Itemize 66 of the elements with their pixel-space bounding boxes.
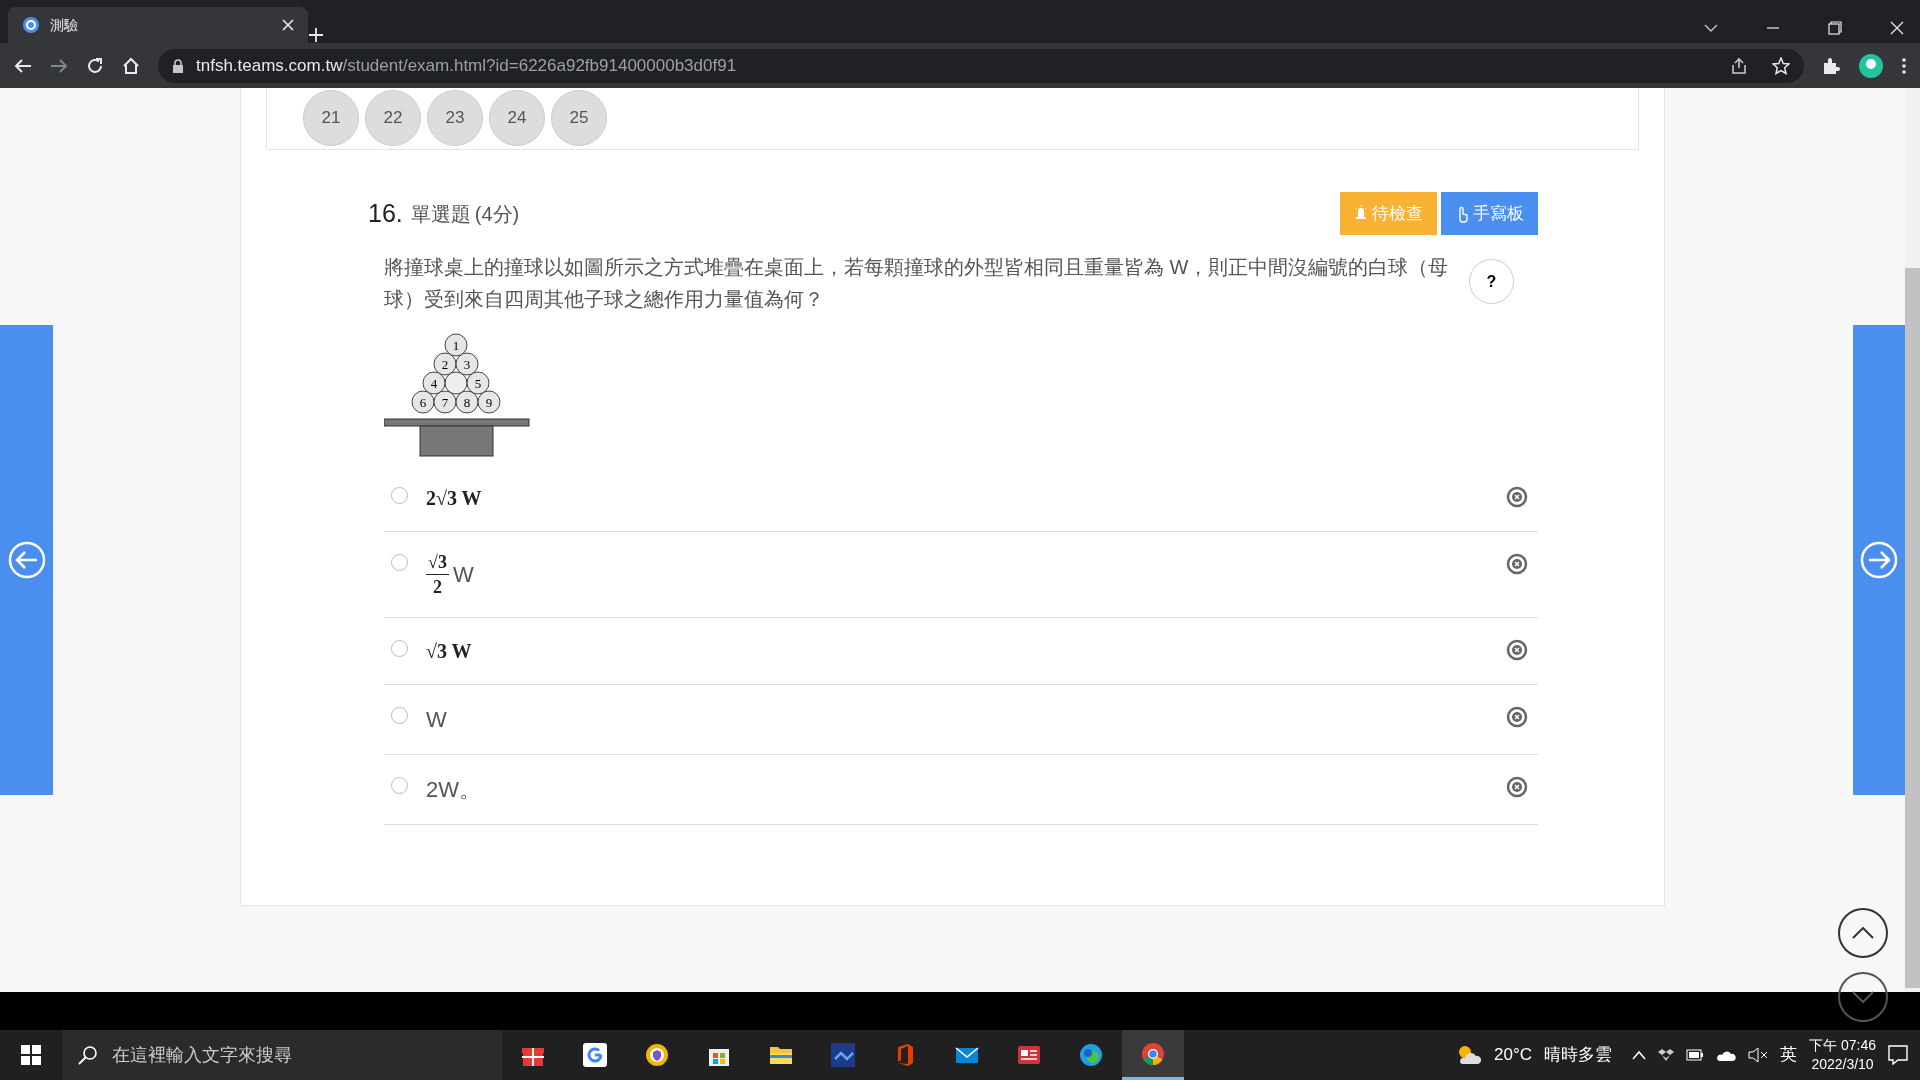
new-tab-icon[interactable] (308, 27, 324, 43)
search-placeholder: 在這裡輸入文字來搜尋 (112, 1043, 292, 1067)
taskbar-app-button[interactable] (1122, 1030, 1184, 1080)
back-icon[interactable] (14, 57, 32, 74)
arrow-right-circle-icon (1860, 541, 1898, 579)
url-text: tnfsh.teams.com.tw/student/exam.html?id=6226a92fb91400000b3d0f91 (196, 54, 737, 77)
search-icon (78, 1045, 98, 1065)
more-icon[interactable] (1902, 57, 1906, 74)
question-number-button[interactable]: 24 (489, 90, 545, 146)
caret-up-icon[interactable] (1632, 1050, 1647, 1060)
close-icon[interactable] (282, 19, 294, 31)
share-icon[interactable] (1730, 56, 1748, 75)
option-text: 2√3 W (426, 486, 482, 511)
remove-option-icon[interactable] (1506, 639, 1528, 661)
home-icon[interactable] (122, 56, 140, 75)
newspaper-icon (1017, 1043, 1041, 1067)
chevron-up-icon (1852, 927, 1874, 939)
lock-icon (172, 58, 184, 73)
question-number-button[interactable]: 21 (303, 90, 359, 146)
restore-icon[interactable] (1828, 21, 1842, 35)
billiard-balls-drawing: 1 2 3 4 5 6 7 8 9 (384, 331, 530, 457)
chevron-down-icon (1852, 991, 1874, 1003)
remove-option-icon[interactable] (1506, 553, 1528, 575)
handwriting-button[interactable]: 手寫板 (1441, 192, 1538, 235)
remove-option-icon[interactable] (1506, 486, 1528, 508)
site-icon (22, 16, 40, 34)
question-text: 將撞球桌上的撞球以如圖所示之方式堆疊在桌面上，若每顆撞球的外型皆相同且重量皆為 W，則正中間沒編號的白球（母球）受到來自四周其他子球之總作用力量值為何？ (384, 255, 1450, 312)
remove-option-icon[interactable] (1506, 706, 1528, 728)
chrome-browser-icon (1141, 1041, 1165, 1066)
help-button[interactable]: ? (1469, 259, 1514, 304)
browser-tab[interactable]: 測驗 (8, 7, 308, 43)
forward-icon[interactable] (50, 57, 68, 74)
letter-g-icon (583, 1043, 607, 1067)
chevron-down-icon[interactable] (1704, 23, 1718, 33)
input-method-indicator[interactable]: 英 (1780, 1042, 1798, 1068)
question-points: (4分) (474, 201, 520, 227)
scroll-down-button[interactable] (1838, 972, 1888, 1022)
arrow-left-circle-icon (7, 541, 46, 579)
windows-logo-icon (21, 1045, 41, 1065)
close-icon[interactable] (1890, 21, 1904, 35)
weather-temperature: 20°C (1494, 1044, 1533, 1067)
tab-title: 測驗 (50, 15, 79, 35)
notification-icon[interactable] (1888, 1045, 1908, 1065)
question-type: 單選題 (410, 201, 471, 227)
question-number: 16. (368, 197, 403, 229)
taskbar-clock[interactable]: 下午 07:46 2022/3/10 (1809, 1036, 1876, 1074)
cloud-sun-icon (1456, 1044, 1483, 1066)
speaker-muted-icon[interactable] (1748, 1047, 1769, 1063)
battery-icon[interactable] (1686, 1049, 1705, 1061)
option-text: 2W。 (426, 776, 481, 804)
scroll-up-button[interactable] (1838, 908, 1888, 958)
option-text: √3 W (426, 639, 472, 664)
puzzle-icon[interactable] (1822, 56, 1840, 75)
profile-avatar-icon[interactable] (1858, 52, 1884, 79)
option-text: W (426, 706, 447, 734)
shield-icon (645, 1043, 669, 1067)
star-icon[interactable] (1772, 56, 1790, 75)
reload-icon[interactable] (86, 56, 104, 75)
question-number-button[interactable]: 22 (365, 90, 421, 146)
question-number-button[interactable]: 23 (427, 90, 483, 146)
question-number-button[interactable]: 25 (551, 90, 607, 146)
weather-description: 晴時多雲 (1544, 1044, 1613, 1067)
taskbar-search-field[interactable]: 在這裡輸入文字來搜尋 (62, 1030, 502, 1080)
scrollbar-thumb[interactable] (1905, 268, 1920, 988)
remove-option-icon[interactable] (1506, 776, 1528, 798)
address-bar[interactable]: tnfsh.teams.com.tw/student/exam.html?id=6226a92fb91400000b3d0f91 (158, 48, 1804, 83)
